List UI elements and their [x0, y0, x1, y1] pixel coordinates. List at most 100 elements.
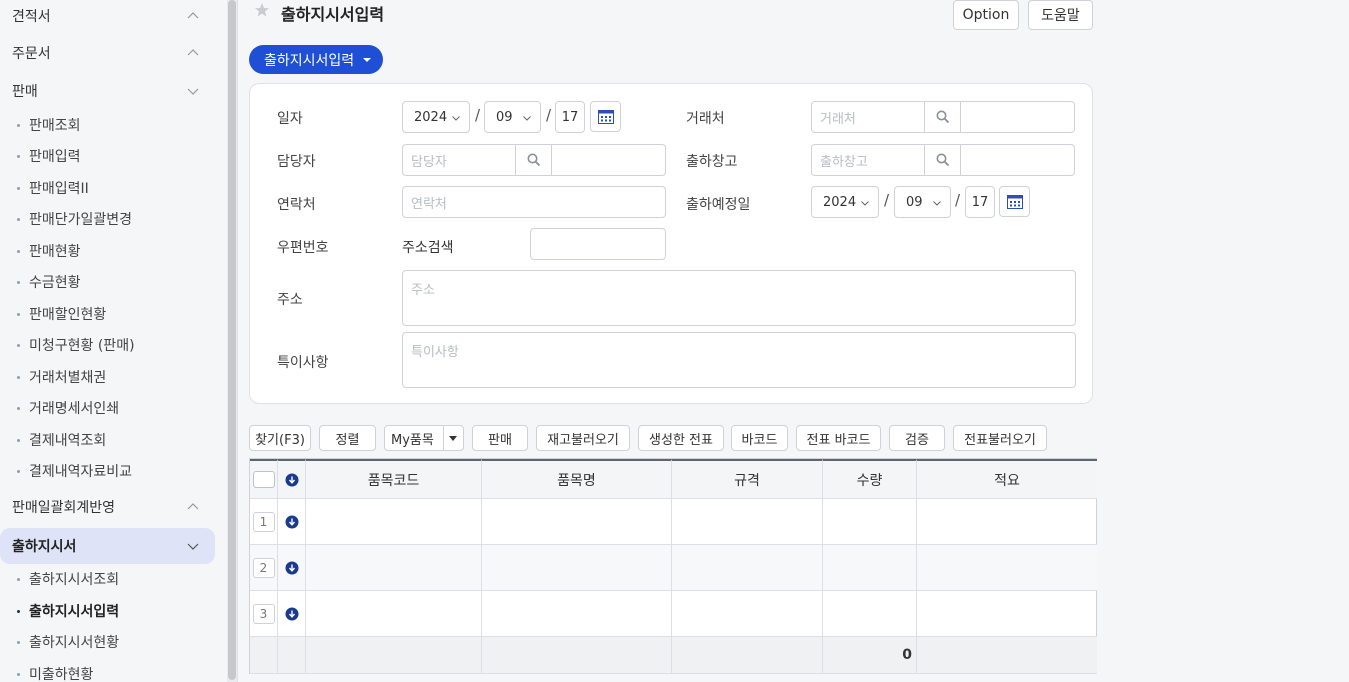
scrollbar-thumb[interactable] [228, 0, 236, 680]
date-month-select[interactable]: 09 [484, 101, 541, 133]
quantity-cell[interactable] [823, 545, 917, 591]
item-name-cell[interactable] [482, 545, 672, 591]
client-search-button[interactable] [924, 102, 961, 132]
sidebar-item-bulk-price-change[interactable]: 판매단가일괄변경 [0, 204, 215, 234]
ship-calendar-button[interactable] [999, 186, 1030, 217]
spec-cell[interactable] [672, 545, 823, 591]
sidebar-item-sales-status[interactable]: 판매현황 [0, 236, 215, 266]
item-code-cell[interactable] [306, 545, 482, 591]
chevron-down-icon [523, 116, 531, 121]
sidebar-item-shipping-entry[interactable]: 출하지시서입력 [0, 596, 215, 626]
load-stock-button[interactable]: 재고불러오기 [536, 425, 630, 451]
sidebar-section-bulk-accounting[interactable]: 판매일괄회계반영 [0, 489, 215, 525]
sidebar-item-shipping-inquiry[interactable]: 출하지시서조회 [0, 564, 215, 594]
column-header-item-name[interactable]: 품목명 [482, 459, 672, 499]
menu-dropdown-label: 출하지시서입력 [264, 52, 355, 69]
sidebar-section-sales[interactable]: 판매 [0, 73, 215, 109]
column-header-remarks[interactable]: 적요 [917, 459, 1097, 499]
favorite-star-icon[interactable] [254, 2, 270, 18]
arrow-down-circle-icon[interactable] [285, 561, 299, 575]
sidebar-section-label: 판매일괄회계반영 [12, 500, 116, 516]
remarks-cell[interactable] [917, 499, 1097, 545]
contact-input[interactable]: 연락처 [402, 186, 666, 218]
row-number[interactable]: 2 [252, 557, 275, 578]
item-name-cell[interactable] [482, 499, 672, 545]
remarks-cell[interactable] [917, 591, 1097, 637]
sidebar-item-unshipped-status[interactable]: 미출하현황 [0, 659, 215, 682]
sidebar-item-payment-compare[interactable]: 결제내역자료비교 [0, 456, 215, 486]
chevron-down-icon [187, 543, 199, 550]
arrow-down-circle-icon[interactable] [285, 473, 299, 487]
address-label: 주소 [277, 292, 303, 308]
address-search-link[interactable]: 주소검색 [402, 237, 454, 257]
sidebar-item-sales-entry-2[interactable]: 판매입력II [0, 173, 215, 203]
column-header-quantity[interactable]: 수량 [823, 459, 917, 499]
sidebar-item-statement-print[interactable]: 거래명세서인쇄 [0, 393, 215, 423]
option-button[interactable]: Option [953, 0, 1019, 30]
created-slip-button[interactable]: 생성한 전표 [638, 425, 724, 451]
manager-field[interactable]: 담당자 [402, 144, 666, 176]
address-input[interactable]: 주소 [402, 270, 1076, 326]
item-code-cell[interactable] [306, 591, 482, 637]
sidebar-section-shipping-order[interactable]: 출하지시서 [0, 528, 215, 564]
sidebar-item-payment-inquiry[interactable]: 결제내역조회 [0, 425, 215, 455]
quantity-cell[interactable] [823, 591, 917, 637]
help-button[interactable]: 도움말 [1028, 0, 1093, 30]
date-month-value: 09 [496, 109, 513, 125]
sidebar-item-sales-inquiry[interactable]: 판매조회 [0, 110, 215, 140]
client-field[interactable]: 거래처 [811, 101, 1075, 133]
sidebar-item-shipping-status[interactable]: 출하지시서현황 [0, 627, 215, 657]
column-header-spec[interactable]: 규격 [672, 459, 823, 499]
sidebar-item-unbilled-status[interactable]: 미청구현황 (판매) [0, 330, 215, 360]
manager-search-button[interactable] [515, 145, 552, 175]
ship-date-year-select[interactable]: 2024 [811, 186, 879, 218]
ship-date-month-select[interactable]: 09 [894, 186, 951, 218]
arrow-down-circle-icon[interactable] [285, 515, 299, 529]
my-items-label: My품목 [391, 432, 434, 448]
sidebar-section-quote[interactable]: 견적서 [0, 0, 215, 34]
client-input[interactable]: 거래처 [812, 108, 856, 127]
spec-cell[interactable] [672, 499, 823, 545]
zip-input[interactable] [530, 228, 666, 260]
zip-label: 우편번호 [277, 240, 329, 256]
manager-input[interactable]: 담당자 [403, 151, 447, 170]
contact-placeholder: 연락처 [411, 196, 447, 212]
my-items-button[interactable]: My품목 [384, 425, 464, 451]
sidebar-item-collection-status[interactable]: 수금현황 [0, 267, 215, 297]
sidebar-item-receivables[interactable]: 거래처별채권 [0, 362, 215, 392]
arrow-down-circle-icon[interactable] [285, 607, 299, 621]
sidebar-scrollbar[interactable] [227, 0, 237, 682]
quantity-cell[interactable] [823, 499, 917, 545]
sales-button[interactable]: 판매 [472, 425, 528, 451]
date-year-select[interactable]: 2024 [402, 101, 470, 133]
warehouse-field[interactable]: 출하창고 [811, 144, 1075, 176]
date-separator: / [955, 191, 961, 209]
verify-button[interactable]: 검증 [889, 425, 945, 451]
date-day-input[interactable]: 17 [555, 101, 585, 133]
chevron-down-icon [933, 201, 941, 206]
spec-cell[interactable] [672, 591, 823, 637]
sidebar-item-sales-entry[interactable]: 판매입력 [0, 141, 215, 171]
divider [237, 0, 238, 682]
remarks-cell[interactable] [917, 545, 1097, 591]
caret-down-icon[interactable] [449, 436, 457, 441]
sort-button[interactable]: 정렬 [319, 425, 376, 451]
item-name-cell[interactable] [482, 591, 672, 637]
select-all-checkbox[interactable] [252, 471, 275, 488]
remarks-input[interactable]: 특이사항 [402, 332, 1076, 388]
sidebar-item-discount-status[interactable]: 판매할인현황 [0, 299, 215, 329]
load-slip-button[interactable]: 전표불러오기 [953, 425, 1047, 451]
warehouse-input[interactable]: 출하창고 [812, 151, 868, 170]
barcode-button[interactable]: 바코드 [731, 425, 788, 451]
find-button[interactable]: 찾기(F3) [249, 425, 311, 451]
menu-dropdown-button[interactable]: 출하지시서입력 [249, 45, 383, 74]
slip-barcode-button[interactable]: 전표 바코드 [796, 425, 881, 451]
calendar-button[interactable] [590, 101, 621, 132]
ship-date-day-input[interactable]: 17 [965, 186, 995, 218]
row-number[interactable]: 1 [252, 511, 275, 532]
item-code-cell[interactable] [306, 499, 482, 545]
warehouse-search-button[interactable] [924, 145, 961, 175]
sidebar-section-order[interactable]: 주문서 [0, 35, 215, 71]
column-header-item-code[interactable]: 품목코드 [306, 459, 482, 499]
row-number[interactable]: 3 [252, 603, 275, 624]
